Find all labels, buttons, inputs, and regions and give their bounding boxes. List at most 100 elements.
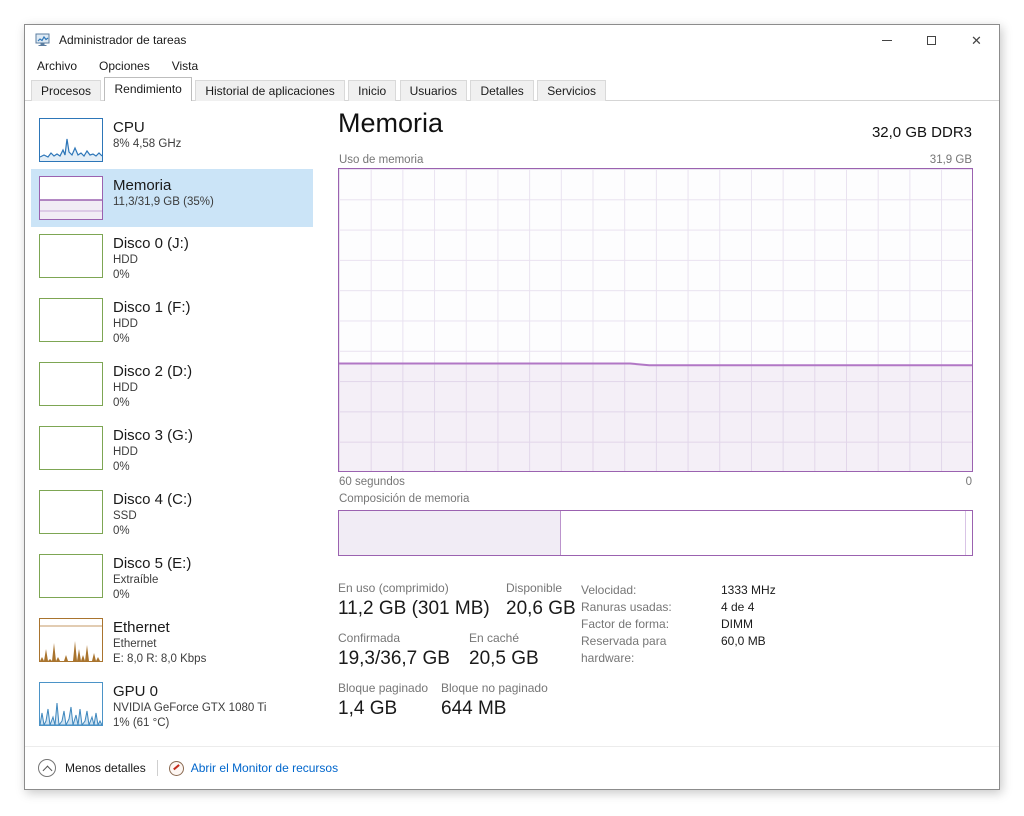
sidebar-memory-title: Memoria	[113, 177, 214, 194]
stat-paged-pool-label: Bloque paginado	[338, 681, 428, 695]
sidebar-disk2-usage: 0%	[113, 396, 192, 410]
page-title: Memoria	[338, 108, 443, 139]
stat-available-value: 20,6 GB	[506, 598, 576, 620]
stat-committed: Confirmada 19,3/36,7 GB	[338, 631, 450, 670]
x-axis-right-label: 0	[966, 476, 972, 488]
sidebar-disk3-type: HDD	[113, 445, 193, 459]
menu-archivo[interactable]: Archivo	[37, 59, 77, 73]
detail-slots-value: 4 de 4	[721, 599, 754, 616]
sidebar-item-disk3[interactable]: Disco 3 (G:) HDD 0%	[31, 419, 313, 483]
memory-composition-divider	[965, 511, 966, 555]
memory-mini-chart	[39, 176, 103, 220]
sidebar-disk5-usage: 0%	[113, 588, 191, 602]
detail-form-factor-value: DIMM	[721, 616, 753, 633]
composition-label: Composición de memoria	[339, 493, 469, 505]
maximize-button[interactable]	[909, 25, 954, 55]
sidebar-cpu-title: CPU	[113, 119, 181, 136]
menu-opciones[interactable]: Opciones	[99, 59, 150, 73]
stat-committed-value: 19,3/36,7 GB	[338, 648, 450, 670]
menu-bar: Archivo Opciones Vista	[25, 55, 999, 77]
maximize-icon	[927, 36, 936, 45]
sidebar-item-cpu[interactable]: CPU 8% 4,58 GHz	[31, 111, 313, 169]
stat-nonpaged-pool-value: 644 MB	[441, 698, 548, 720]
tab-rendimiento[interactable]: Rendimiento	[104, 77, 191, 101]
sidebar-item-disk0[interactable]: Disco 0 (J:) HDD 0%	[31, 227, 313, 291]
stat-in-use: En uso (comprimido) 11,2 GB (301 MB)	[338, 581, 490, 620]
resource-monitor-icon	[169, 761, 184, 776]
detail-slots-label: Ranuras usadas:	[581, 599, 721, 616]
less-details-button[interactable]: Menos detalles	[65, 761, 146, 775]
stat-nonpaged-pool: Bloque no paginado 644 MB	[441, 681, 548, 720]
sidebar-disk2-type: HDD	[113, 381, 192, 395]
memory-composition-used	[339, 511, 561, 555]
minimize-icon	[882, 40, 892, 41]
stat-in-use-value: 11,2 GB (301 MB)	[338, 598, 490, 620]
window-title: Administrador de tareas	[59, 33, 186, 47]
disk0-mini-chart	[39, 234, 103, 278]
tab-servicios[interactable]: Servicios	[537, 80, 606, 101]
open-resource-monitor-link[interactable]: Abrir el Monitor de recursos	[191, 761, 338, 775]
sidebar-disk1-type: HDD	[113, 317, 191, 331]
sidebar-item-disk1[interactable]: Disco 1 (F:) HDD 0%	[31, 291, 313, 355]
stat-cached-label: En caché	[469, 631, 539, 645]
tab-historial[interactable]: Historial de aplicaciones	[195, 80, 344, 101]
tab-usuarios[interactable]: Usuarios	[400, 80, 467, 101]
sidebar-disk0-usage: 0%	[113, 268, 189, 282]
detail-slots: Ranuras usadas: 4 de 4	[581, 599, 776, 616]
memory-usage-fill	[339, 364, 972, 472]
detail-speed-label: Velocidad:	[581, 582, 721, 599]
disk3-mini-chart	[39, 426, 103, 470]
stat-paged-pool: Bloque paginado 1,4 GB	[338, 681, 428, 720]
cpu-mini-chart	[39, 118, 103, 162]
detail-hw-reserved-value: 60,0 MB	[721, 633, 766, 667]
task-manager-icon	[35, 32, 51, 48]
sidebar-memory-stats: 11,3/31,9 GB (35%)	[113, 195, 214, 209]
sidebar-disk5-title: Disco 5 (E:)	[113, 555, 191, 572]
chevron-up-icon[interactable]	[38, 759, 56, 777]
usage-chart-label: Uso de memoria	[339, 154, 423, 166]
x-axis-left-label: 60 segundos	[339, 476, 405, 488]
sidebar-gpu-stats: 1% (61 °C)	[113, 716, 266, 730]
minimize-button[interactable]	[864, 25, 909, 55]
memory-composition-bar	[338, 510, 973, 556]
disk4-mini-chart	[39, 490, 103, 534]
sidebar-disk0-title: Disco 0 (J:)	[113, 235, 189, 252]
memory-usage-graph	[338, 168, 973, 472]
sidebar-disk1-title: Disco 1 (F:)	[113, 299, 191, 316]
sidebar-disk4-usage: 0%	[113, 524, 192, 538]
stat-available: Disponible 20,6 GB	[506, 581, 576, 620]
detail-hw-reserved-label: Reservada para hardware:	[581, 633, 721, 667]
detail-hw-reserved: Reservada para hardware: 60,0 MB	[581, 633, 776, 667]
detail-form-factor-label: Factor de forma:	[581, 616, 721, 633]
sidebar-disk0-type: HDD	[113, 253, 189, 267]
sidebar-item-disk4[interactable]: Disco 4 (C:) SSD 0%	[31, 483, 313, 547]
stat-nonpaged-pool-label: Bloque no paginado	[441, 681, 548, 695]
menu-vista[interactable]: Vista	[172, 59, 198, 73]
tab-procesos[interactable]: Procesos	[31, 80, 101, 101]
sidebar-cpu-stats: 8% 4,58 GHz	[113, 137, 181, 151]
detail-speed-value: 1333 MHz	[721, 582, 776, 599]
disk1-mini-chart	[39, 298, 103, 342]
tab-strip: Procesos Rendimiento Historial de aplica…	[25, 77, 999, 101]
sidebar-disk3-usage: 0%	[113, 460, 193, 474]
sidebar-item-memory[interactable]: Memoria 11,3/31,9 GB (35%)	[31, 169, 313, 227]
task-manager-window: Administrador de tareas ✕ Archivo Opcion…	[24, 24, 1000, 790]
close-button[interactable]: ✕	[954, 25, 999, 55]
usage-chart-max: 31,9 GB	[930, 154, 972, 166]
sidebar-disk2-title: Disco 2 (D:)	[113, 363, 192, 380]
stat-cached: En caché 20,5 GB	[469, 631, 539, 670]
detail-form-factor: Factor de forma: DIMM	[581, 616, 776, 633]
sidebar-item-gpu[interactable]: GPU 0 NVIDIA GeForce GTX 1080 Ti 1% (61 …	[31, 675, 313, 739]
memory-total-capacity: 32,0 GB DDR3	[872, 124, 972, 141]
disk2-mini-chart	[39, 362, 103, 406]
sidebar-item-ethernet[interactable]: Ethernet Ethernet E: 8,0 R: 8,0 Kbps	[31, 611, 313, 675]
stat-committed-label: Confirmada	[338, 631, 450, 645]
close-icon: ✕	[971, 34, 982, 47]
tab-inicio[interactable]: Inicio	[348, 80, 396, 101]
tab-detalles[interactable]: Detalles	[470, 80, 533, 101]
sidebar-gpu-title: GPU 0	[113, 683, 266, 700]
performance-sidebar: CPU 8% 4,58 GHz Memoria 11,3/31,9 GB (35…	[31, 111, 313, 739]
hardware-details: Velocidad: 1333 MHz Ranuras usadas: 4 de…	[581, 582, 776, 667]
sidebar-item-disk2[interactable]: Disco 2 (D:) HDD 0%	[31, 355, 313, 419]
sidebar-item-disk5[interactable]: Disco 5 (E:) Extraíble 0%	[31, 547, 313, 611]
